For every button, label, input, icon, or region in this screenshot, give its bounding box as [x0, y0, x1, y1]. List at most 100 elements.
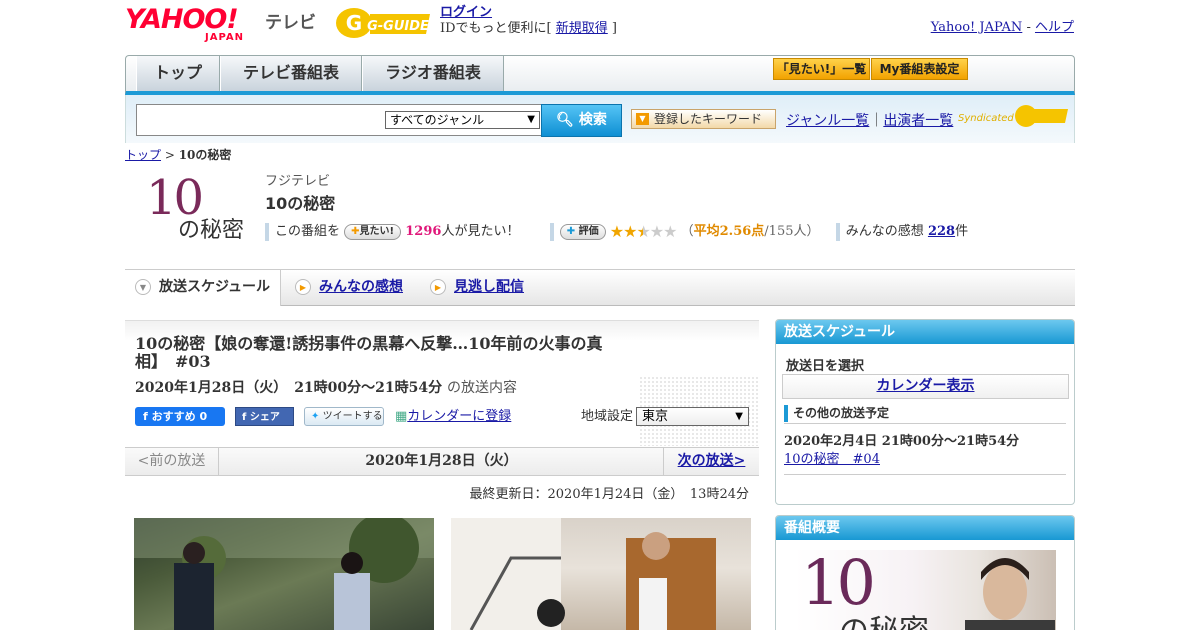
calendar-link: カレンダー表示	[876, 378, 975, 394]
subtab-streaming[interactable]: ▶ 見逃し配信	[430, 270, 524, 306]
breadcrumb-top[interactable]: トップ	[125, 148, 161, 162]
nav-tab-radio-schedule[interactable]: ラジオ番組表	[362, 56, 504, 91]
episode-pager: <前の放送 2020年1月28日（火） 次の放送>	[125, 447, 759, 476]
search-link-separator: ｜	[869, 113, 884, 129]
episode-datetime-value: 2020年1月28日（火） 21時00分～21時54分	[135, 380, 443, 396]
search-band: すべてのジャンル ▼ 🔍︎ 検索 ▼ 登録したキーワード ジャンル一覧｜出演者一…	[125, 95, 1075, 143]
star-empty-icon: ★	[649, 222, 664, 241]
login-link[interactable]: ログイン	[440, 5, 492, 20]
rating-count: /155人）	[764, 224, 820, 239]
triangle-down-icon: ▼	[636, 113, 649, 125]
star-full-icon: ★	[623, 222, 637, 241]
terebi-logo[interactable]: テレビ	[265, 8, 316, 33]
rating-average: 平均2.56点	[693, 224, 765, 239]
search-button[interactable]: 🔍︎ 検索	[541, 104, 622, 137]
reviews-count-link[interactable]: 228	[928, 224, 955, 239]
main-nav: トップ テレビ番組表 ラジオ番組表 「見たい!」一覧 My番組表設定	[125, 55, 1075, 95]
sidebar-date-label: 放送日を選択	[786, 359, 865, 374]
help-link[interactable]: ヘルプ	[1035, 20, 1074, 35]
breadcrumb-sep: >	[161, 148, 179, 162]
login-block: ログイン IDでもっと便利に[ 新規取得 ]	[440, 5, 617, 37]
program-subtabs: ▼ 放送スケジュール ▶ みんなの感想 ▶ 見逃し配信	[125, 269, 1075, 306]
sidebar-overview: 番組概要 10 の秘密	[775, 515, 1075, 630]
nav-tab-top[interactable]: トップ	[136, 56, 220, 91]
yahoo-logo[interactable]: YAHOO! JAPAN	[125, 4, 260, 44]
genre-list-link[interactable]: ジャンル一覧	[786, 113, 869, 129]
star-half-icon: ★	[636, 222, 650, 241]
facebook-icon: f	[143, 410, 152, 423]
play-icon: ▶	[295, 279, 311, 295]
episode-datetime: 2020年1月28日（火） 21時00分～21時54分 の放送内容	[135, 377, 517, 397]
key-visual-text: の秘密	[839, 606, 929, 630]
reviews-suffix: 件	[955, 224, 969, 239]
episode-photo[interactable]	[134, 518, 434, 630]
star-empty-icon: ★	[663, 222, 677, 241]
gguide-logo[interactable]: G G-GUIDE	[334, 6, 434, 40]
calendar-button[interactable]: カレンダー表示	[782, 374, 1069, 399]
key-visual-portrait	[965, 558, 1055, 630]
next-broadcast-link[interactable]: 10の秘密 #04	[784, 448, 880, 467]
register-link[interactable]: 新規取得	[556, 21, 608, 36]
gguide-logo-icon: G G-GUIDE	[336, 8, 430, 38]
program-stats: この番組を ✚見たい! 1296人が見たい！ ✚ 評価 ★★★★★ （平均2.5…	[265, 220, 969, 241]
search-button-label: 検索	[578, 112, 607, 128]
my-schedule-button[interactable]: My番組表設定	[871, 58, 968, 80]
episode-title: 10の秘密【娘の奪還!誘拐事件の黒幕へ反撃…10年前の火事の真相】 #03	[135, 334, 603, 371]
other-schedule-title: その他の放送予定	[784, 405, 1066, 422]
syndicated-label: Syndicated	[958, 113, 1014, 124]
next-episode-link[interactable]: 次の放送>	[663, 448, 759, 475]
program-key-visual[interactable]: 10 の秘密	[795, 550, 1056, 630]
performer-list-link[interactable]: 出演者一覧	[883, 113, 953, 129]
yahoo-logo-text: YAHOO!	[125, 4, 239, 35]
divider	[549, 222, 554, 241]
episode-box: 10の秘密【娘の奪還!誘拐事件の黒幕へ反撃…10年前の火事の真相】 #03 20…	[125, 320, 759, 447]
genre-select[interactable]: すべてのジャンル ▼	[385, 111, 540, 129]
header-link-separator: -	[1022, 20, 1035, 35]
divider	[784, 474, 1066, 475]
breadcrumb-current: 10の秘密	[178, 148, 232, 162]
chevron-down-icon: ▼	[735, 411, 743, 422]
facebook-like-button[interactable]: f おすすめ 0	[135, 407, 225, 426]
star-full-icon: ★	[609, 222, 624, 241]
divider	[265, 222, 269, 241]
sidebar-overview-title: 番組概要	[776, 516, 1074, 540]
chevron-down-icon: ▼	[135, 279, 151, 295]
genre-select-value: すべてのジャンル	[390, 113, 485, 127]
play-icon: ▶	[430, 279, 446, 295]
login-sub-prefix: IDでもっと便利に[	[440, 21, 556, 36]
calendar-icon: ▦	[395, 409, 408, 424]
episode-photo[interactable]	[451, 518, 751, 630]
tweet-label: ツイートする	[322, 411, 383, 422]
gguide-small-logo	[1015, 105, 1068, 127]
sidebar-schedule-title: 放送スケジュール	[776, 320, 1074, 344]
rating-open: （	[680, 224, 694, 239]
chevron-down-icon: ▼	[527, 114, 535, 125]
keyword-button-label: 登録したキーワード	[654, 112, 763, 126]
episode-photo-scene	[134, 518, 434, 630]
calendar-register[interactable]: ▦カレンダーに登録	[395, 407, 511, 426]
facebook-share-label: シェア	[249, 412, 280, 423]
tweet-button[interactable]: ✦ ツイートする	[304, 407, 384, 426]
svg-text:G-GUIDE: G-GUIDE	[367, 19, 429, 34]
mitai-list-button[interactable]: 「見たい!」一覧	[773, 58, 870, 80]
nav-tab-tv-schedule[interactable]: テレビ番組表	[220, 56, 362, 91]
station-name: フジテレビ	[265, 174, 331, 189]
facebook-share-button[interactable]: f シェア	[235, 407, 294, 426]
subtab-schedule[interactable]: ▼ 放送スケジュール	[125, 270, 281, 306]
episode-datetime-suffix: の放送内容	[447, 380, 517, 396]
mitai-button-label: 見たい!	[359, 225, 395, 237]
plus-icon: ✚	[351, 225, 360, 237]
search-icon: 🔍︎	[556, 112, 574, 128]
yahoo-japan-link[interactable]: Yahoo! JAPAN	[931, 20, 1023, 35]
region-select[interactable]: 東京 ▼	[636, 407, 749, 426]
region-select-value: 東京	[642, 409, 669, 424]
subtab-reviews[interactable]: ▶ みんなの感想	[295, 270, 403, 306]
divider	[835, 222, 840, 241]
rate-button[interactable]: ✚ 評価	[559, 223, 606, 240]
keyword-button[interactable]: ▼ 登録したキーワード	[631, 109, 776, 129]
subtab-streaming-label: 見逃し配信	[454, 279, 524, 295]
mitai-button[interactable]: ✚見たい!	[344, 223, 402, 240]
program-title: 10の秘密	[265, 194, 336, 213]
last-updated: 最終更新日：2020年1月24日（金） 13時24分	[469, 487, 749, 502]
reviews-prefix: みんなの感想	[845, 224, 924, 239]
